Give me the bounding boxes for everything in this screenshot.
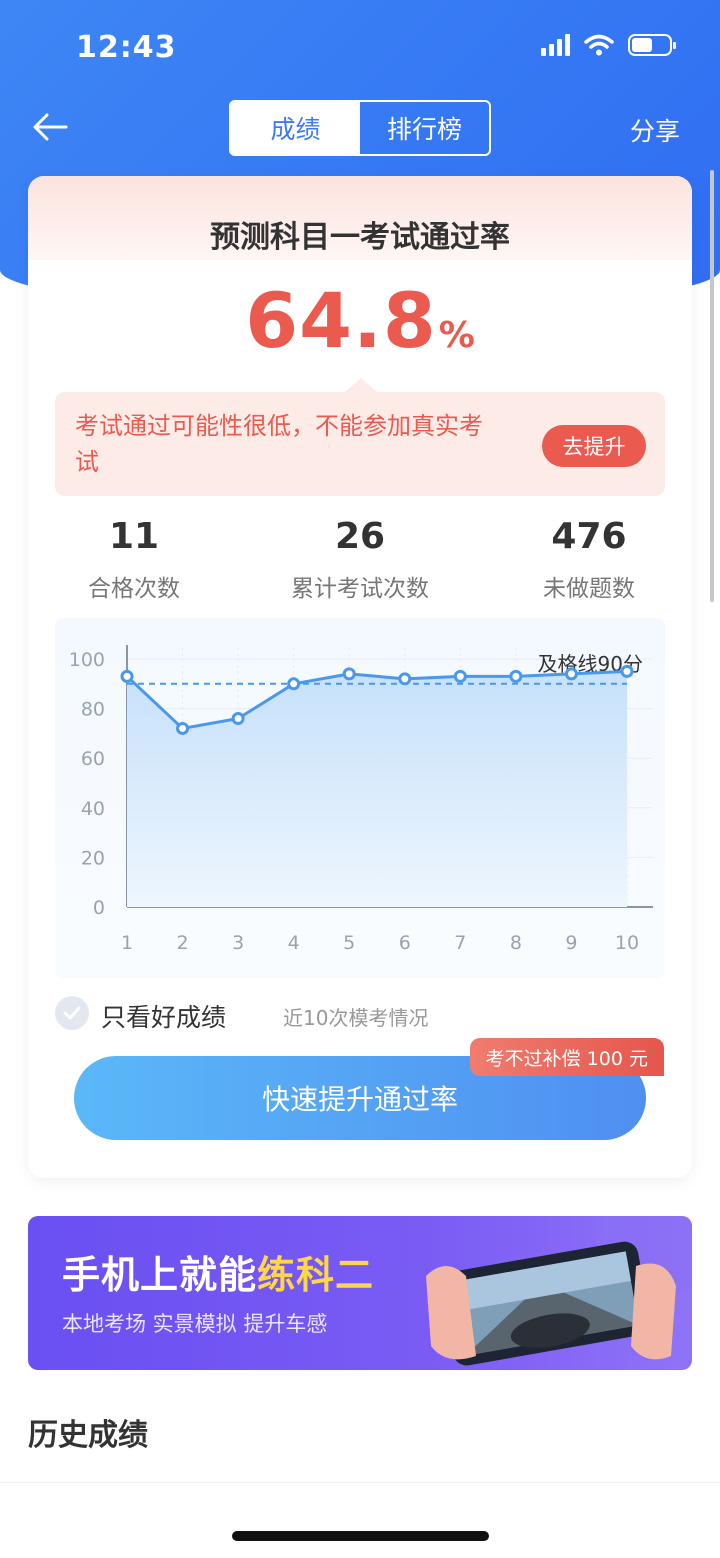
banner-title-text: 手机上就能 [62, 1253, 258, 1297]
filter-row: 只看好成绩 近10次模考情况 [55, 994, 665, 1034]
chart-xtick-label: 2 [177, 932, 189, 954]
chart-data-point [176, 721, 190, 735]
good-only-checkbox[interactable] [55, 996, 89, 1030]
stat-value: 476 [551, 516, 627, 557]
improve-button[interactable]: 去提升 [542, 425, 646, 467]
wifi-icon [584, 34, 614, 56]
check-icon [63, 1006, 81, 1020]
practice-banner[interactable]: 手机上就能练科二 本地考场 实景模拟 提升车感 [28, 1216, 692, 1370]
tab-ranking[interactable]: 排行榜 [360, 102, 489, 154]
chart-xtick-label: 10 [615, 932, 639, 954]
chart-xtick-label: 3 [232, 932, 244, 954]
status-icons [541, 34, 676, 56]
chart-data-point [620, 664, 634, 678]
chart-xtick-label: 8 [510, 932, 522, 954]
chart-area-fill [127, 671, 627, 907]
good-only-label[interactable]: 只看好成绩 [101, 998, 226, 1034]
phone-driving-illustration [426, 1216, 692, 1366]
stat-value: 26 [334, 516, 386, 557]
stats-row: 11 合格次数 26 累计考试次数 476 未做题数 [28, 516, 692, 606]
nav-bar: 成绩 排行榜 分享 [0, 100, 720, 156]
score-chart-svg: 0204060801001 2 3 4 5 6 7 8 9 10及格线90分 [69, 645, 653, 954]
chart-xtick-label: 6 [399, 932, 411, 954]
banner-title: 手机上就能练科二 [62, 1244, 374, 1299]
history-title: 历史成绩 [28, 1418, 148, 1453]
stat-exam-count: 26 累计考试次数 [250, 516, 470, 603]
banner-title-highlight: 练科二 [257, 1253, 375, 1297]
warning-box: 考试通过可能性很低，不能参加真实考试 去提升 [55, 378, 665, 496]
card-title: 预测科目一考试通过率 [210, 220, 510, 255]
stat-undone-count: 476 未做题数 [479, 516, 692, 603]
chart-ytick-label: 60 [81, 748, 105, 770]
chart-ytick-label: 0 [93, 897, 105, 919]
tab-score[interactable]: 成绩 [231, 102, 360, 154]
chart-data-point [564, 667, 578, 681]
status-bar: 12:43 [0, 0, 720, 96]
chart-xtick-label: 9 [565, 932, 577, 954]
back-arrow-icon[interactable] [30, 106, 72, 148]
chart-ytick-label: 100 [69, 649, 105, 671]
chart-xtick-label: 4 [288, 932, 300, 954]
tab-switch: 成绩 排行榜 [229, 100, 491, 156]
chart-data-point [509, 669, 523, 683]
chart-data-point [342, 667, 356, 681]
pass-rate-value: 64.8 [245, 276, 437, 365]
recent-label: 近10次模考情况 [283, 1006, 429, 1030]
compensation-badge: 考不过补偿 100 元 [469, 1038, 664, 1076]
prediction-card: 预测科目一考试通过率 64.8% 考试通过可能性很低，不能参加真实考试 去提升 … [28, 176, 692, 1178]
warning-text: 考试通过可能性很低，不能参加真实考试 [75, 412, 483, 476]
chart-ytick-label: 80 [81, 699, 105, 721]
stat-pass-count: 11 合格次数 [28, 516, 244, 603]
home-indicator[interactable] [232, 1531, 489, 1541]
pass-rate: 64.8% [28, 276, 692, 365]
stat-label: 累计考试次数 [291, 576, 429, 602]
score-chart: 0 20 40 60 80 100 1 2 3 4 5 6 7 8 9 10 及格线90分 [55, 618, 665, 978]
chart-data-point [398, 672, 412, 686]
scrollbar[interactable] [710, 170, 714, 602]
stat-value: 11 [108, 516, 160, 557]
signal-icon [541, 34, 570, 56]
chart-data-point [231, 712, 245, 726]
battery-icon [628, 34, 676, 56]
chart-xtick-label: 1 [121, 932, 133, 954]
share-button[interactable]: 分享 [630, 112, 680, 148]
stat-label: 合格次数 [88, 576, 180, 602]
chart-data-point [120, 669, 134, 683]
chart-data-point [287, 677, 301, 691]
status-time: 12:43 [76, 30, 177, 65]
chart-data-point [453, 669, 467, 683]
divider [0, 1482, 720, 1483]
stat-label: 未做题数 [543, 576, 635, 602]
pass-rate-unit: % [438, 315, 475, 356]
chart-ytick-label: 40 [81, 798, 105, 820]
chart-xtick-label: 5 [343, 932, 355, 954]
chart-xtick-label: 7 [454, 932, 466, 954]
chart-ytick-label: 20 [81, 847, 105, 869]
banner-subtitle: 本地考场 实景模拟 提升车感 [62, 1312, 328, 1336]
